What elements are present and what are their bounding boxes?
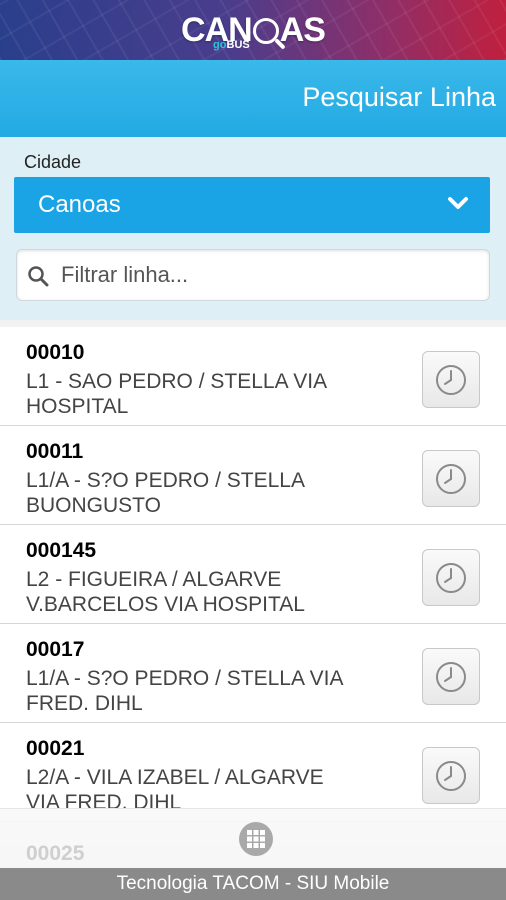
list-item[interactable]: 00011 L1/A - S?O PEDRO / STELLA BUONGUSTO [0, 426, 506, 525]
line-code: 00011 [26, 440, 84, 463]
clock-icon [436, 661, 466, 692]
line-code: 00021 [26, 737, 85, 760]
line-description: L1 - SAO PEDRO / STELLA VIA HOSPITAL [26, 370, 328, 418]
clock-icon [436, 562, 466, 593]
schedule-button[interactable] [422, 450, 480, 507]
list-item[interactable]: 00017 L1/A - S?O PEDRO / STELLA VIA FRED.… [0, 624, 506, 723]
logo-text-right: AS [279, 11, 326, 49]
list-item[interactable]: 000145 L2 - FIGUEIRA / ALGARVE V.BARCELOS… [0, 525, 506, 624]
line-code: 000145 [26, 539, 97, 562]
clock-icon [436, 463, 466, 494]
schedule-button[interactable] [422, 648, 480, 705]
schedule-button[interactable] [422, 351, 480, 408]
logo-subtitle: goBUS [213, 39, 250, 51]
schedule-button[interactable] [422, 747, 480, 804]
line-description: L1/A - S?O PEDRO / STELLA VIA FRED. DIHL [26, 667, 344, 715]
line-description: L2 - FIGUEIRA / ALGARVE V.BARCELOS VIA HO… [26, 568, 305, 616]
page-title: Pesquisar Linha [302, 82, 496, 112]
line-list: 00010 L1 - SAO PEDRO / STELLA VIA HOSPITA… [0, 327, 506, 867]
menu-button[interactable] [239, 822, 273, 856]
filter-panel: Cidade Canoas [0, 137, 506, 320]
canoas-gobus-logo: CAN AS goBUS [181, 11, 326, 51]
line-code: 00017 [26, 638, 85, 661]
list-item[interactable]: 00010 L1 - SAO PEDRO / STELLA VIA HOSPITA… [0, 327, 506, 426]
line-filter-box[interactable] [16, 249, 490, 301]
clock-icon [436, 364, 466, 395]
partial-line-code: 00025 [26, 842, 85, 865]
line-description: L1/A - S?O PEDRO / STELLA BUONGUSTO [26, 469, 305, 517]
footer-bar: Tecnologia TACOM - SIU Mobile [0, 868, 506, 900]
footer-text: Tecnologia TACOM - SIU Mobile [116, 873, 390, 894]
clock-icon [436, 760, 466, 791]
line-filter-input[interactable] [61, 260, 471, 290]
city-select-value: Canoas [38, 191, 121, 218]
schedule-button[interactable] [422, 549, 480, 606]
search-icon [28, 266, 49, 287]
grid-icon [247, 830, 265, 848]
line-code: 00010 [26, 341, 85, 364]
city-label: Cidade [24, 152, 82, 172]
bus-magnifier-icon [252, 18, 279, 44]
chevron-down-icon [448, 197, 468, 209]
app-top-bar: CAN AS goBUS [0, 0, 506, 60]
city-select[interactable]: Canoas [14, 177, 490, 233]
page-header: Pesquisar Linha [0, 60, 506, 137]
